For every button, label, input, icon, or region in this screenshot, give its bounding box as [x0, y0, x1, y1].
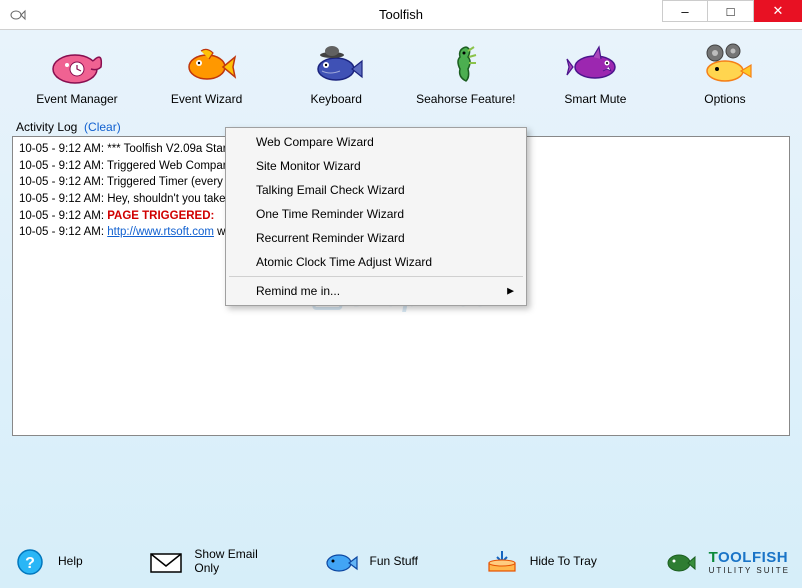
bottom-label: Fun Stuff: [369, 555, 417, 569]
menu-atomic-clock-wizard[interactable]: Atomic Clock Time Adjust Wizard: [228, 250, 524, 274]
menu-web-compare-wizard[interactable]: Web Compare Wizard: [228, 130, 524, 154]
maximize-button[interactable]: □: [708, 0, 754, 22]
bottom-label: Hide To Tray: [530, 555, 597, 569]
help-button[interactable]: ? Help: [12, 548, 83, 576]
close-button[interactable]: ✕: [754, 0, 802, 22]
smart-mute-button[interactable]: Smart Mute: [540, 40, 650, 106]
toolfish-logo: TOOLFISH UTILITY SUITE: [663, 548, 790, 576]
minimize-button[interactable]: –: [662, 0, 708, 22]
window-title: Toolfish: [379, 7, 423, 22]
toolbar-label: Keyboard: [311, 92, 362, 106]
logo-subtitle: UTILITY SUITE: [709, 566, 790, 575]
clear-log-link[interactable]: (Clear): [84, 120, 121, 134]
fish-blue-hat-icon: [304, 40, 368, 88]
show-email-button[interactable]: Show Email Only: [148, 548, 257, 576]
logo-rest: OOLFISH: [718, 549, 788, 566]
menu-site-monitor-wizard[interactable]: Site Monitor Wizard: [228, 154, 524, 178]
menu-recurrent-reminder-wizard[interactable]: Recurrent Reminder Wizard: [228, 226, 524, 250]
options-button[interactable]: Options: [670, 40, 780, 106]
logo-t: T: [709, 549, 718, 566]
bottom-label: Show Email Only: [194, 548, 257, 576]
logo-fish-icon: [663, 548, 699, 576]
fish-orange-icon: [175, 40, 239, 88]
app-icon: [8, 5, 28, 25]
gear-fish-icon: [693, 40, 757, 88]
fun-stuff-button[interactable]: Fun Stuff: [323, 548, 417, 576]
bottom-bar: ? Help Show Email Only Fun Stuff Hide To…: [12, 548, 790, 576]
client-area: Event Manager Event Wizard Keyboard Seah…: [0, 30, 802, 588]
envelope-icon: [148, 548, 184, 576]
svg-text:?: ?: [25, 555, 35, 572]
main-toolbar: Event Manager Event Wizard Keyboard Seah…: [12, 40, 790, 114]
tray-icon: [484, 548, 520, 576]
window-controls: – □ ✕: [662, 0, 802, 22]
keyboard-button[interactable]: Keyboard: [281, 40, 391, 106]
menu-talking-email-check-wizard[interactable]: Talking Email Check Wizard: [228, 178, 524, 202]
event-wizard-button[interactable]: Event Wizard: [152, 40, 262, 106]
title-bar: Toolfish – □ ✕: [0, 0, 802, 30]
menu-separator: [229, 276, 523, 277]
menu-remind-me-in[interactable]: Remind me in...▶: [228, 279, 524, 303]
toolbar-label: Event Wizard: [171, 92, 242, 106]
toolbar-label: Options: [704, 92, 745, 106]
menu-one-time-reminder-wizard[interactable]: One Time Reminder Wizard: [228, 202, 524, 226]
fish-icon: [323, 548, 359, 576]
help-icon: ?: [12, 548, 48, 576]
whale-icon: [45, 40, 109, 88]
seahorse-button[interactable]: Seahorse Feature!: [411, 40, 521, 106]
seahorse-icon: [434, 40, 498, 88]
hide-to-tray-button[interactable]: Hide To Tray: [484, 548, 597, 576]
activity-log-label: Activity Log: [16, 120, 77, 134]
bottom-label: Help: [58, 555, 83, 569]
event-manager-button[interactable]: Event Manager: [22, 40, 132, 106]
log-link[interactable]: http://www.rtsoft.com: [107, 226, 214, 238]
toolbar-label: Event Manager: [36, 92, 117, 106]
submenu-arrow-icon: ▶: [507, 286, 514, 297]
toolbar-label: Smart Mute: [564, 92, 626, 106]
toolbar-label: Seahorse Feature!: [416, 92, 515, 106]
shark-purple-icon: [563, 40, 627, 88]
event-wizard-menu: Web Compare Wizard Site Monitor Wizard T…: [225, 127, 527, 306]
